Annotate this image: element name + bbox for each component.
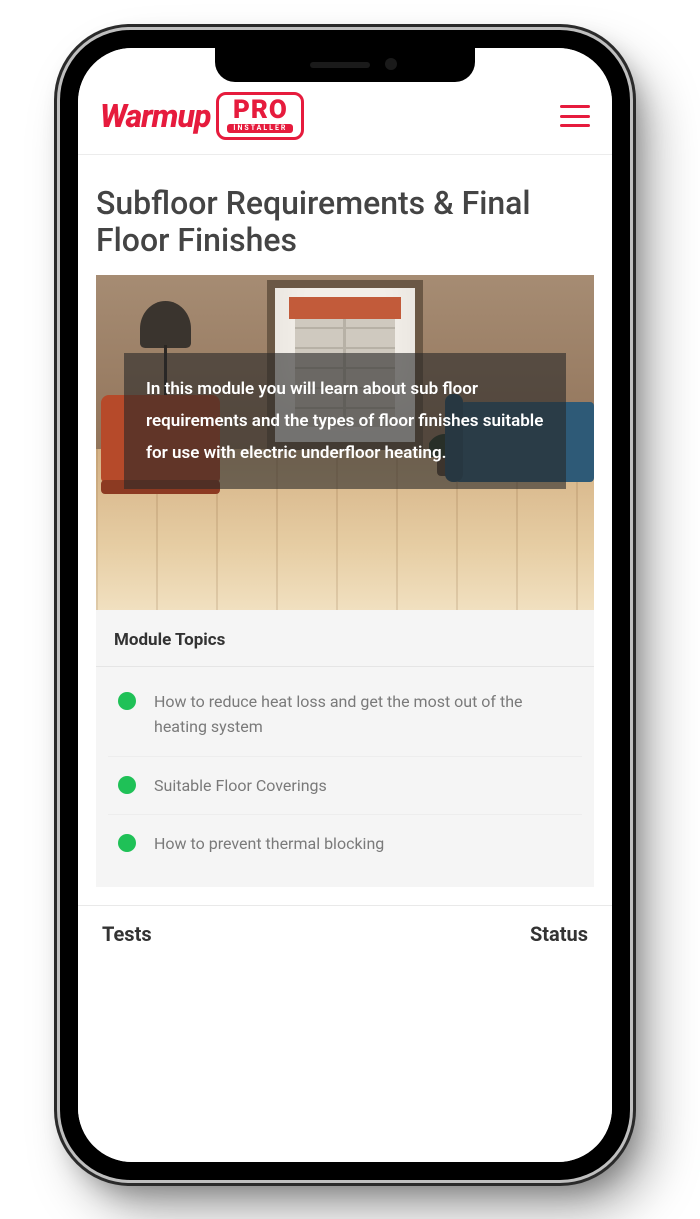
phone-notch xyxy=(215,48,475,82)
module-topics-list: How to reduce heat loss and get the most… xyxy=(96,667,594,887)
list-item[interactable]: How to reduce heat loss and get the most… xyxy=(108,673,582,757)
menu-icon[interactable] xyxy=(560,105,590,127)
topic-label: How to prevent thermal blocking xyxy=(154,831,384,857)
brand-wordmark: Warmup xyxy=(100,97,210,135)
topic-label: How to reduce heat loss and get the most… xyxy=(154,689,572,740)
module-topics-card: Module Topics How to reduce heat loss an… xyxy=(96,610,594,887)
brand-installer-text: INSTALLER xyxy=(227,124,293,133)
status-dot-icon xyxy=(118,692,136,710)
status-dot-icon xyxy=(118,776,136,794)
phone-screen: Warmup PRO INSTALLER Subfloor Requiremen… xyxy=(78,48,612,1162)
topic-label: Suitable Floor Coverings xyxy=(154,773,327,799)
brand-pro-text: PRO xyxy=(233,97,288,123)
status-dot-icon xyxy=(118,834,136,852)
phone-frame: Warmup PRO INSTALLER Subfloor Requiremen… xyxy=(60,30,630,1180)
tab-tests[interactable]: Tests xyxy=(102,922,152,946)
app-root: Warmup PRO INSTALLER Subfloor Requiremen… xyxy=(78,48,612,1162)
list-item[interactable]: Suitable Floor Coverings xyxy=(108,757,582,816)
list-item[interactable]: How to prevent thermal blocking xyxy=(108,815,582,873)
bottom-bar: Tests Status xyxy=(78,905,612,972)
page-content: Subfloor Requirements & Final Floor Fini… xyxy=(78,155,612,1162)
brand-pro-badge: PRO INSTALLER xyxy=(216,92,304,140)
tab-status[interactable]: Status xyxy=(530,922,588,946)
module-topics-heading: Module Topics xyxy=(96,610,594,667)
hero-intro-text: In this module you will learn about sub … xyxy=(124,353,566,490)
page-title: Subfloor Requirements & Final Floor Fini… xyxy=(78,155,612,275)
hero-image: In this module you will learn about sub … xyxy=(96,275,594,610)
brand-logo[interactable]: Warmup PRO INSTALLER xyxy=(100,92,304,140)
